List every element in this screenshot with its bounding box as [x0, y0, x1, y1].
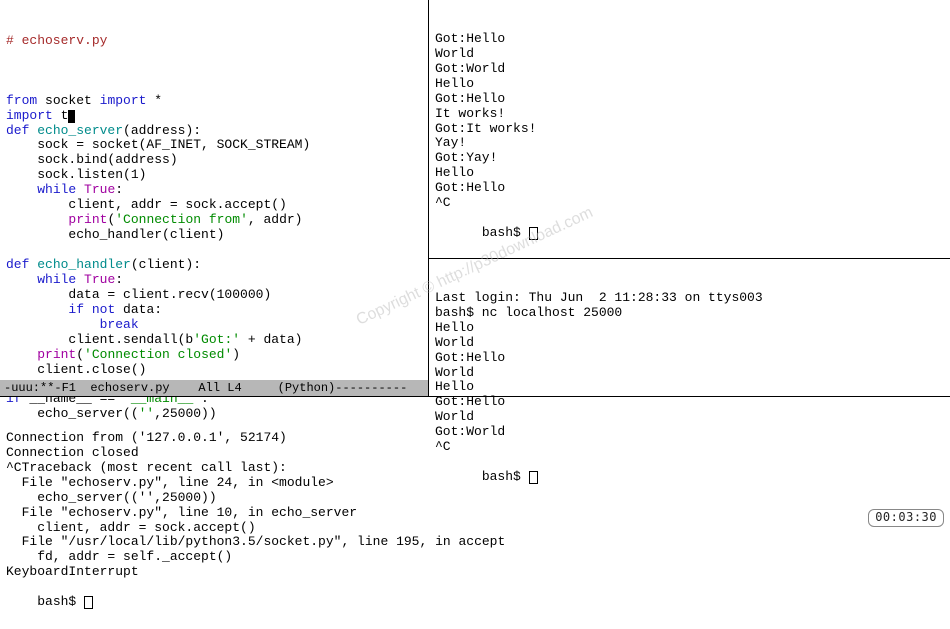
code-line [6, 79, 422, 94]
code-line: while True: [6, 183, 422, 198]
terminal-bottom-output: Connection from ('127.0.0.1', 52174)Conn… [6, 431, 944, 580]
terminal-line: It works! [435, 107, 944, 122]
terminal-bottom-prompt: bash$ [37, 594, 84, 609]
terminal-line: World [435, 366, 944, 381]
terminal-line: Got:Yay! [435, 151, 944, 166]
terminal-line: File "/usr/local/lib/python3.5/socket.py… [6, 535, 944, 550]
terminal-top-pane[interactable]: Got:HelloWorldGot:WorldHelloGot:HelloIt … [429, 0, 950, 258]
terminal-cursor-icon [529, 227, 538, 240]
code-line: data = client.recv(100000) [6, 288, 422, 303]
code-line: sock.bind(address) [6, 153, 422, 168]
terminal-line: fd, addr = self._accept() [6, 550, 944, 565]
code-line: def echo_server(address): [6, 124, 422, 139]
terminal-line: Connection closed [6, 446, 944, 461]
editor-status-bar: -uuu:**-F1 echoserv.py All L4 (Python)--… [0, 380, 428, 396]
terminal-line: World [435, 336, 944, 351]
code-line: print('Connection from', addr) [6, 213, 422, 228]
terminal-line: KeyboardInterrupt [6, 565, 944, 580]
code-line: client, addr = sock.accept() [6, 198, 422, 213]
code-line: sock.listen(1) [6, 168, 422, 183]
terminal-line: Got:Hello [435, 181, 944, 196]
code-line: print('Connection closed') [6, 348, 422, 363]
code-line: client.sendall(b'Got:' + data) [6, 333, 422, 348]
terminal-cursor-icon [84, 596, 93, 609]
terminal-line: File "echoserv.py", line 24, in <module> [6, 476, 944, 491]
editor-comment: # echoserv.py [6, 34, 422, 49]
terminal-line: Last login: Thu Jun 2 11:28:33 on ttys00… [435, 291, 944, 306]
code-line: while True: [6, 273, 422, 288]
editor-pane[interactable]: # echoserv.py from socket import *import… [0, 0, 429, 396]
code-line: echo_handler(client) [6, 228, 422, 243]
code-line: sock = socket(AF_INET, SOCK_STREAM) [6, 138, 422, 153]
editor-cursor-icon [68, 110, 75, 123]
terminal-line: World [435, 47, 944, 62]
terminal-line: Got:Hello [435, 351, 944, 366]
terminal-line: Got:World [435, 62, 944, 77]
terminal-line: Hello [435, 166, 944, 181]
code-line [6, 243, 422, 258]
code-line: client.close() [6, 363, 422, 378]
terminal-line: echo_server(('',25000)) [6, 491, 944, 506]
code-line: def echo_handler(client): [6, 258, 422, 273]
terminal-line: ^CTraceback (most recent call last): [6, 461, 944, 476]
terminal-line: File "echoserv.py", line 10, in echo_ser… [6, 506, 944, 521]
terminal-line: ^C [435, 196, 944, 211]
terminal-line: Got:Hello [435, 92, 944, 107]
terminal-top-prompt: bash$ [482, 225, 529, 240]
terminal-top-output: Got:HelloWorldGot:WorldHelloGot:HelloIt … [435, 32, 944, 211]
terminal-line: Hello [435, 77, 944, 92]
code-line: if not data: [6, 303, 422, 318]
terminal-line: Yay! [435, 136, 944, 151]
terminal-line: Connection from ('127.0.0.1', 52174) [6, 431, 944, 446]
code-line: break [6, 318, 422, 333]
video-timer: 00:03:30 [868, 509, 944, 527]
terminal-line: client, addr = sock.accept() [6, 521, 944, 536]
terminal-line: Got:Hello [435, 32, 944, 47]
terminal-line: Hello [435, 380, 944, 395]
code-line: from socket import * [6, 94, 422, 109]
terminal-line: bash$ nc localhost 25000 [435, 306, 944, 321]
terminal-line: Got:It works! [435, 122, 944, 137]
terminal-line: Hello [435, 321, 944, 336]
code-line: import t [6, 109, 422, 124]
editor-code[interactable]: from socket import *import tdef echo_ser… [6, 79, 422, 423]
terminal-bottom-pane[interactable]: Connection from ('127.0.0.1', 52174)Conn… [0, 396, 950, 629]
